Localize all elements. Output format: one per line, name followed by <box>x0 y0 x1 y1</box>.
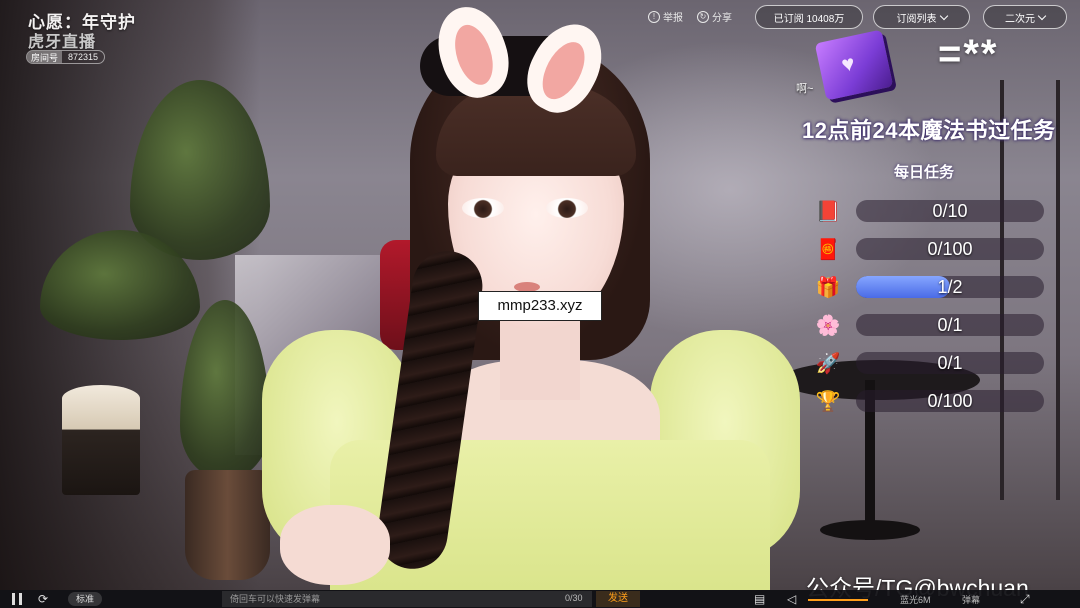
platform-logo: 虎牙直播 <box>28 34 97 51</box>
danmu-toggle[interactable]: 弹幕 <box>962 593 980 606</box>
eye <box>462 198 504 218</box>
room-id: 872315 <box>68 52 99 62</box>
task-progress-bar: 0/1 <box>856 352 1044 374</box>
task-progress-text: 0/10 <box>932 201 968 221</box>
danmu-settings-icon[interactable]: ▤ <box>754 592 765 606</box>
task-row: 📕 0/10 <box>812 196 1048 226</box>
room-id-badge: 房间号 872315 <box>26 50 106 64</box>
rocket-icon: 🚀 <box>815 352 841 375</box>
table-lamp <box>62 385 140 495</box>
refresh-icon[interactable]: ⟳ <box>38 592 48 606</box>
task-row: 🌸 0/1 <box>812 310 1048 340</box>
watermark-url: mmp233.xyz <box>478 291 602 321</box>
quality-button[interactable]: 标准 <box>68 592 103 606</box>
trophy-icon: 🏆 <box>815 390 841 413</box>
report-label: 举报 <box>663 13 683 24</box>
side-table-base <box>820 520 920 540</box>
volume-slider[interactable] <box>808 599 868 601</box>
task-progress-text: 1/2 <box>937 277 963 297</box>
category-dropdown[interactable]: 二次元 <box>983 5 1067 29</box>
task-progress-bar: 0/1 <box>856 314 1044 336</box>
flower-icon: 🌸 <box>815 314 841 337</box>
task-progress-text: 0/1 <box>937 353 963 373</box>
pause-icon[interactable] <box>12 593 22 605</box>
danmu-counter: 0/30 <box>565 593 583 603</box>
task-progress-bar: 0/100 <box>856 238 1044 260</box>
volume-icon[interactable]: ◁ <box>787 592 796 606</box>
magic-book-icon: 📕 <box>815 200 841 223</box>
report-button[interactable]: ! 举报 <box>648 9 683 24</box>
daily-tasks-label: 每日任务 <box>894 164 955 181</box>
report-icon: ! <box>648 10 660 23</box>
task-row: 🚀 0/1 <box>812 348 1048 378</box>
send-button[interactable]: 发送 <box>596 591 640 607</box>
subscribed-label: 已订阅 10408万 <box>773 13 845 25</box>
gift-icon: 🎁 <box>815 276 841 299</box>
task-title: 12点前24本魔法书过任务 <box>802 118 1056 143</box>
task-progress-text: 0/1 <box>937 315 963 335</box>
danmu-input[interactable] <box>222 591 592 607</box>
subscribed-button[interactable]: 已订阅 10408万 <box>755 5 863 29</box>
share-button[interactable]: ↻ 分享 <box>697 9 732 24</box>
hd-button[interactable]: 蓝光6M <box>900 593 931 606</box>
task-progress-bar: 0/10 <box>856 200 1044 222</box>
task-progress-text: 0/100 <box>927 239 973 259</box>
sub-list-label: 订阅列表 <box>896 13 937 25</box>
eye <box>546 198 588 218</box>
subscription-list-dropdown[interactable]: 订阅列表 <box>873 5 970 29</box>
chevron-down-icon <box>1037 11 1047 20</box>
overlay-stars: =** <box>938 32 999 76</box>
task-progress-bar: 1/2 <box>856 276 1044 298</box>
red-envelope-icon: 🧧 <box>815 238 841 261</box>
hand <box>280 505 390 585</box>
task-progress-bar: 0/100 <box>856 390 1044 412</box>
chevron-down-icon <box>939 11 948 20</box>
overlay-exclaim: 啊~ <box>796 83 814 95</box>
task-row: 🎁 1/2 <box>812 272 1048 302</box>
category-label: 二次元 <box>1005 13 1035 25</box>
share-label: 分享 <box>712 13 732 24</box>
task-row: 🏆 0/100 <box>812 386 1048 416</box>
plant-pot <box>185 470 270 580</box>
fullscreen-icon[interactable]: ⤢ <box>1020 592 1030 607</box>
task-progress-text: 0/100 <box>927 391 973 411</box>
room-id-label: 房间号 <box>27 51 63 63</box>
share-icon: ↻ <box>697 10 709 23</box>
player-controls: ⟳ 标准 0/30 发送 ▤ ◁ 蓝光6M 弹幕 ⤢ <box>0 590 1080 608</box>
task-row: 🧧 0/100 <box>812 234 1048 264</box>
